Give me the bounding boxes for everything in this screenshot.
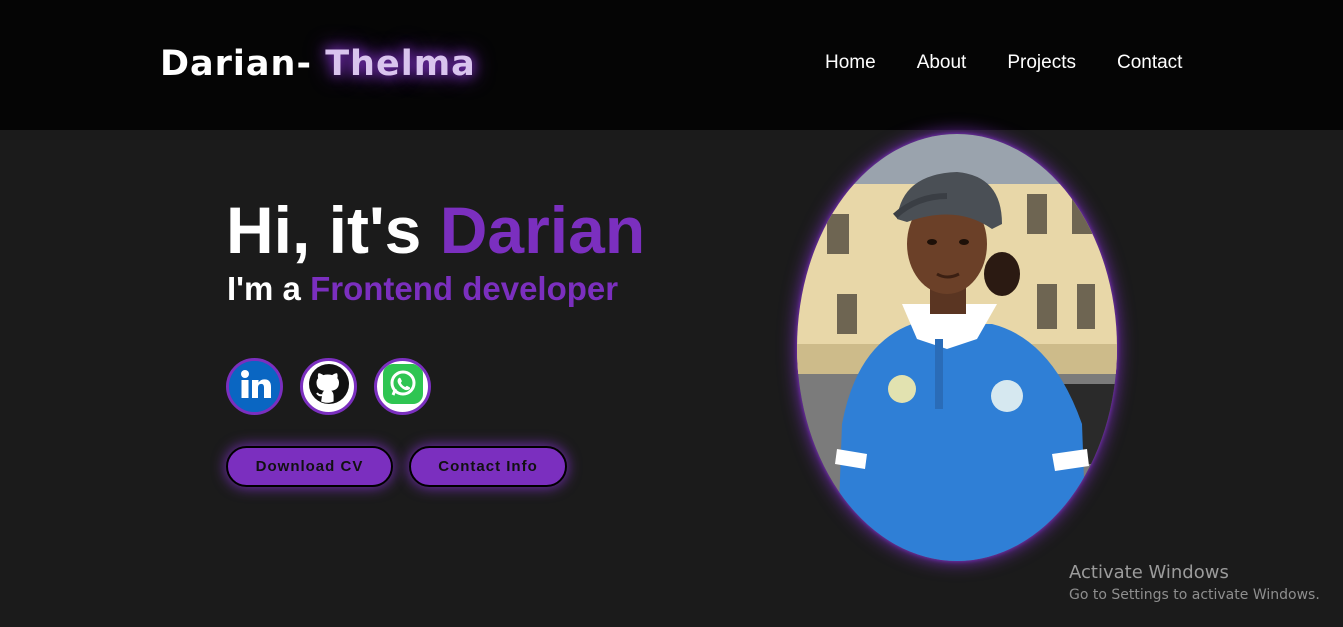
watermark-title: Activate Windows xyxy=(1069,562,1229,583)
contact-info-button[interactable]: Contact Info xyxy=(409,446,567,487)
whatsapp-icon xyxy=(381,362,425,411)
github-link[interactable] xyxy=(300,358,357,415)
linkedin-icon xyxy=(229,361,280,412)
download-cv-button[interactable]: Download CV xyxy=(226,446,393,487)
hero-name: Darian xyxy=(439,193,646,267)
site-header: Darian- Thelma Home About Projects Conta… xyxy=(0,0,1343,130)
logo-first-name: Darian- xyxy=(160,44,312,84)
hero-title: Hi, it's Darian xyxy=(226,192,645,268)
social-links xyxy=(226,358,448,415)
profile-photo xyxy=(797,134,1117,561)
whatsapp-link[interactable] xyxy=(374,358,431,415)
profile-photo-illustration xyxy=(797,134,1117,561)
windows-activation-watermark: Activate Windows Go to Settings to activ… xyxy=(1069,562,1320,603)
nav-about[interactable]: About xyxy=(917,52,967,74)
role-prefix: I'm a xyxy=(227,270,301,307)
nav-projects[interactable]: Projects xyxy=(1007,52,1076,74)
logo-second-name: Thelma xyxy=(325,44,476,84)
hero-buttons: Download CV Contact Info xyxy=(226,446,583,487)
nav-contact[interactable]: Contact xyxy=(1117,52,1182,74)
hero-greeting: Hi, it's xyxy=(226,193,422,267)
linkedin-link[interactable] xyxy=(226,358,283,415)
github-icon xyxy=(307,362,351,411)
watermark-subtitle: Go to Settings to activate Windows. xyxy=(1069,587,1320,603)
main-nav: Home About Projects Contact xyxy=(825,52,1223,74)
site-logo[interactable]: Darian- Thelma xyxy=(160,44,476,84)
role-text: Frontend developer xyxy=(310,270,619,307)
nav-home[interactable]: Home xyxy=(825,52,876,74)
hero-subtitle: I'm a Frontend developer xyxy=(227,270,618,308)
